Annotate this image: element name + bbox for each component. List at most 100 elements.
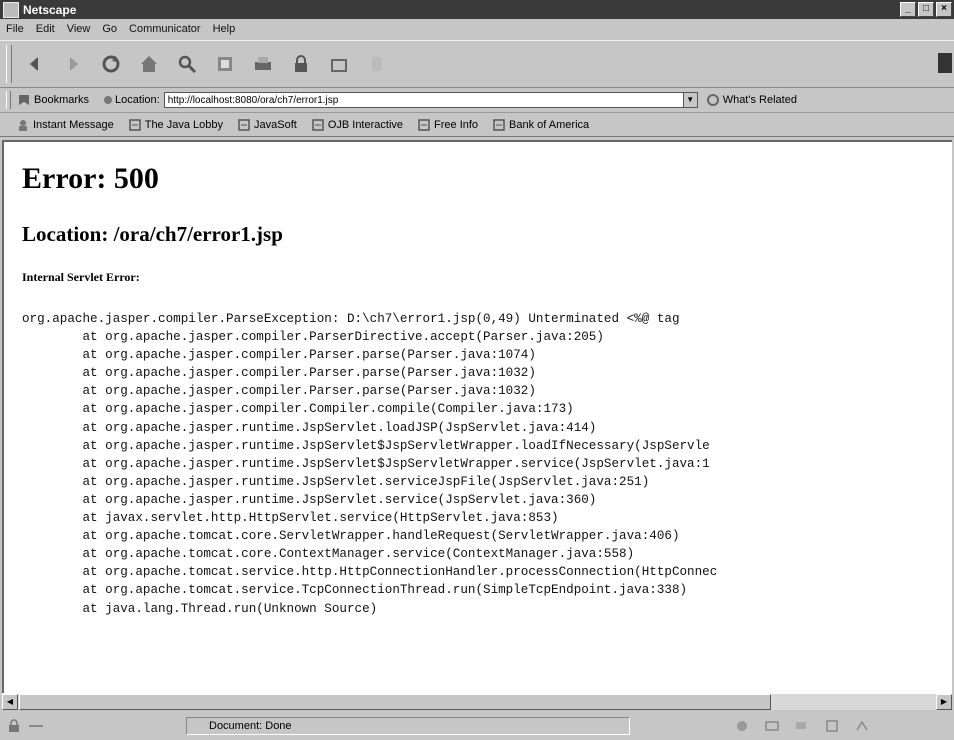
print-button[interactable] (248, 49, 278, 79)
bookmark-ojb-interactive[interactable]: OJB Interactive (311, 118, 403, 132)
stack-trace-line: at org.apache.tomcat.core.ContextManager… (22, 547, 635, 562)
netscape-guide-icon (218, 57, 232, 71)
composer-component-icon[interactable] (824, 719, 840, 733)
mail-component-icon[interactable] (764, 719, 780, 733)
bookmark-label: Bank of America (509, 119, 590, 131)
horizontal-scrollbar[interactable]: ◀ ▶ (2, 693, 952, 710)
netscape-app-icon (3, 1, 19, 18)
netscape-logo-icon (938, 53, 952, 73)
stack-trace-line: at org.apache.jasper.runtime.JspServlet$… (22, 438, 710, 453)
bookmark-page-icon (237, 118, 251, 132)
stack-trace-line: org.apache.jasper.compiler.ParseExceptio… (22, 312, 680, 326)
online-status-icon[interactable] (28, 719, 44, 733)
whats-related-button[interactable]: What's Related (706, 93, 797, 107)
minimize-button[interactable]: _ (900, 2, 916, 17)
bookmark-label: The Java Lobby (144, 119, 223, 131)
bookmark-free-info[interactable]: Free Info (417, 118, 478, 132)
stack-trace: org.apache.jasper.compiler.ParseExceptio… (22, 310, 717, 618)
stack-trace-line: at org.apache.jasper.runtime.JspServlet.… (22, 474, 650, 489)
menu-communicator[interactable]: Communicator (129, 23, 201, 35)
url-dropdown-button[interactable]: ▼ (683, 92, 698, 108)
scrollbar-thumb[interactable] (19, 694, 771, 710)
forward-icon (70, 57, 78, 71)
menu-view[interactable]: View (67, 23, 91, 35)
shop-icon (331, 59, 347, 72)
whats-related-icon (706, 93, 720, 107)
bookmarks-label: Bookmarks (34, 94, 90, 106)
title-bar: Netscape _ □ × (0, 0, 954, 19)
menu-go[interactable]: Go (102, 23, 117, 35)
bookmark-label: Free Info (434, 119, 479, 131)
browser-window: Netscape _ □ × File Edit View Go Communi… (0, 0, 954, 740)
page-proxy-icon[interactable] (101, 93, 115, 107)
bookmark-javasoft[interactable]: JavaSoft (237, 118, 297, 132)
stack-trace-line: at org.apache.jasper.compiler.Parser.par… (22, 366, 536, 381)
location-bar: Bookmarks Location: http://localhost:808… (0, 88, 954, 113)
bookmark-java-lobby[interactable]: The Java Lobby (128, 118, 223, 132)
url-input[interactable]: http://localhost:8080/ora/ch7/error1.jsp (163, 92, 684, 108)
menu-edit[interactable]: Edit (36, 23, 55, 35)
stack-trace-line: at org.apache.jasper.runtime.JspServlet.… (22, 420, 597, 435)
stack-trace-line: at org.apache.tomcat.service.TcpConnecti… (22, 583, 688, 598)
navigation-toolbar (0, 40, 954, 88)
stack-trace-line: at org.apache.tomcat.service.http.HttpCo… (22, 565, 718, 580)
discussion-component-icon[interactable] (794, 719, 810, 733)
error-heading: Error: 500 (22, 162, 159, 195)
reload-icon (102, 55, 120, 73)
error-location: Location: /ora/ch7/error1.jsp (22, 222, 283, 246)
status-bar: Document: Done (0, 712, 954, 740)
menu-help[interactable]: Help (213, 23, 236, 35)
search-icon (178, 55, 197, 74)
bookmark-icon (17, 93, 31, 107)
search-button[interactable] (172, 49, 202, 79)
security-button[interactable] (286, 49, 316, 79)
status-text: Document: Done (186, 717, 630, 735)
bookmark-instant-message[interactable]: Instant Message (16, 118, 114, 132)
maximize-button[interactable]: □ (918, 2, 934, 17)
stop-icon (372, 57, 382, 71)
forward-button[interactable] (58, 49, 88, 79)
personal-toolbar: Instant Message The Java Lobby JavaSoft … (0, 114, 954, 137)
close-button[interactable]: × (936, 2, 952, 17)
stack-trace-line: at org.apache.jasper.compiler.Compiler.c… (22, 402, 574, 417)
location-grip[interactable] (6, 91, 11, 109)
reload-button[interactable] (96, 49, 126, 79)
home-button[interactable] (134, 49, 164, 79)
stack-trace-line: at org.apache.jasper.runtime.JspServlet$… (22, 456, 710, 471)
netscape-guide-button[interactable] (210, 49, 240, 79)
stack-trace-line: at java.lang.Thread.run(Unknown Source) (22, 601, 378, 616)
bookmarks-button[interactable]: Bookmarks (17, 93, 89, 107)
component-bar-icon[interactable] (854, 719, 870, 733)
bookmark-label: OJB Interactive (327, 119, 404, 131)
navigator-component-icon[interactable] (734, 719, 750, 733)
print-icon (255, 57, 271, 70)
lock-icon (295, 55, 307, 72)
instant-message-icon (16, 118, 30, 132)
location-label: Location: (115, 94, 160, 106)
back-button[interactable] (20, 49, 50, 79)
toolbar-grip[interactable] (6, 45, 12, 83)
error-type: Internal Servlet Error: (22, 270, 140, 284)
page-content: Error: 500 Location: /ora/ch7/error1.jsp… (2, 140, 952, 693)
scroll-left-button[interactable]: ◀ (2, 694, 18, 710)
bookmark-page-icon (128, 118, 142, 132)
stack-trace-line: at org.apache.jasper.compiler.Parser.par… (22, 348, 536, 363)
menu-file[interactable]: File (6, 23, 24, 35)
back-icon (30, 57, 38, 71)
scroll-right-button[interactable]: ▶ (936, 694, 952, 710)
bookmark-bank-of-america[interactable]: Bank of America (492, 118, 589, 132)
bookmark-page-icon (311, 118, 325, 132)
window-title: Netscape (23, 2, 77, 17)
stop-button[interactable] (362, 49, 392, 79)
stack-trace-line: at org.apache.tomcat.core.ServletWrapper… (22, 529, 680, 544)
stack-trace-line: at org.apache.jasper.compiler.Parser.par… (22, 384, 536, 399)
stack-trace-line: at org.apache.jasper.compiler.ParserDire… (22, 330, 604, 345)
bookmark-label: Instant Message (33, 119, 114, 131)
security-lock-icon[interactable] (6, 719, 22, 733)
stack-trace-line: at org.apache.jasper.runtime.JspServlet.… (22, 492, 597, 507)
whats-related-label: What's Related (722, 94, 797, 106)
stack-trace-line: at javax.servlet.http.HttpServlet.servic… (22, 511, 559, 526)
shop-button[interactable] (324, 49, 354, 79)
home-icon (141, 56, 157, 72)
menu-bar: File Edit View Go Communicator Help (0, 20, 954, 38)
